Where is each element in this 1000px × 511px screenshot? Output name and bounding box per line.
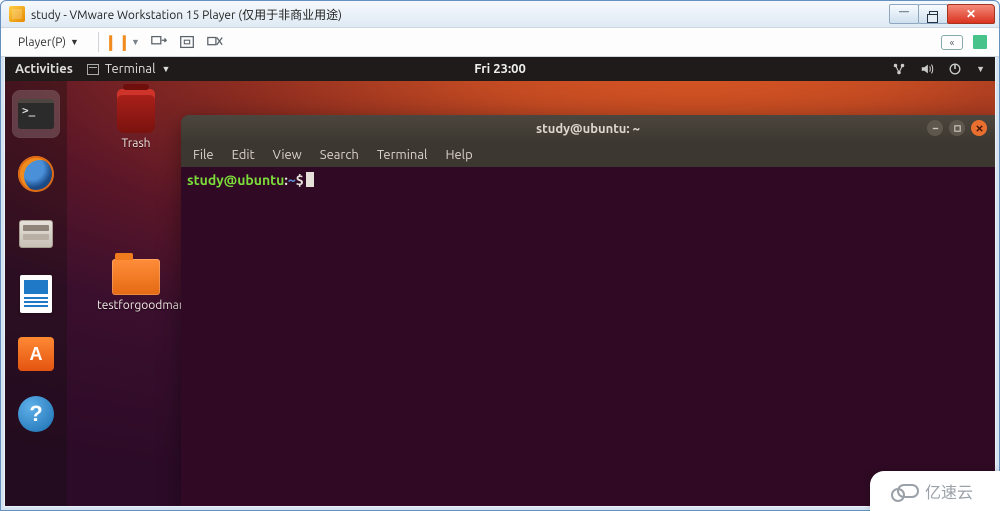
window-title: study - VMware Workstation 15 Player (仅用… [31, 6, 342, 23]
clock-button[interactable]: Fri 23:00 [474, 62, 526, 76]
vmware-icon [9, 6, 25, 22]
pause-dropdown-icon[interactable]: ▼ [131, 37, 140, 47]
close-button[interactable]: ✕ [947, 4, 995, 24]
player-menu-label: Player(P) [18, 36, 66, 49]
toolbar-separator [98, 32, 99, 52]
terminal-window-controls [927, 120, 987, 136]
vmware-toolbar: Player(P) ▼ ❙❙ ▼ « [1, 27, 999, 57]
unity-mode-icon[interactable] [206, 33, 224, 51]
app-menu-label: Terminal [105, 62, 156, 76]
gnome-top-bar: Activities Terminal ▼ Fri 23:00 ▼ [5, 57, 995, 81]
terminal-close-button[interactable] [971, 120, 987, 136]
fullscreen-icon[interactable] [178, 33, 196, 51]
ubuntu-dock: ? [5, 81, 67, 506]
cycle-multiple-monitors-icon[interactable]: « [941, 35, 963, 50]
folder-icon [112, 259, 160, 295]
cloud-icon [897, 484, 919, 498]
terminal-minimize-button[interactable] [927, 120, 943, 136]
watermark: 亿速云 [870, 471, 1000, 511]
desktop-icon-trash[interactable]: Trash [97, 89, 175, 151]
system-tray[interactable]: ▼ [892, 62, 985, 76]
help-icon: ? [18, 396, 54, 432]
dock-libreoffice[interactable] [13, 271, 59, 317]
terminal-title-text: study@ubuntu: ~ [536, 122, 640, 136]
terminal-maximize-button[interactable] [949, 120, 965, 136]
volume-icon [920, 62, 934, 76]
desktop-icon-testforgoodman[interactable]: testforgoodman [97, 259, 175, 313]
activities-button[interactable]: Activities [15, 62, 73, 76]
terminal-window: study@ubuntu: ~ File Edit View Search Te… [181, 115, 995, 506]
libreoffice-writer-icon [20, 275, 52, 313]
menu-help[interactable]: Help [445, 148, 472, 162]
dock-terminal[interactable] [13, 91, 59, 137]
dock-help[interactable]: ? [13, 391, 59, 437]
trash-icon [117, 89, 155, 133]
files-icon [19, 220, 53, 248]
pause-vm-icon[interactable]: ❙❙ [109, 33, 127, 51]
menu-terminal[interactable]: Terminal [377, 148, 428, 162]
terminal-cursor [306, 172, 314, 187]
trash-label: Trash [97, 137, 175, 151]
terminal-small-icon [87, 64, 99, 75]
network-icon [892, 62, 906, 76]
maximize-button[interactable] [918, 4, 948, 24]
prompt-path: ~ [288, 172, 296, 188]
terminal-titlebar[interactable]: study@ubuntu: ~ [181, 115, 995, 143]
dock-firefox[interactable] [13, 151, 59, 197]
terminal-body[interactable]: study@ubuntu:~$ [181, 167, 995, 506]
window-controls: — ✕ [890, 4, 995, 24]
prompt-symbol: $ [296, 172, 304, 188]
menu-view[interactable]: View [273, 148, 302, 162]
guest-viewport: Activities Terminal ▼ Fri 23:00 ▼ [5, 57, 995, 506]
vmware-window: study - VMware Workstation 15 Player (仅用… [0, 0, 1000, 511]
window-titlebar[interactable]: study - VMware Workstation 15 Player (仅用… [1, 1, 999, 27]
app-menu-button[interactable]: Terminal ▼ [87, 62, 171, 76]
menu-search[interactable]: Search [320, 148, 359, 162]
firefox-icon [18, 156, 54, 192]
settings-note-icon[interactable] [973, 35, 987, 49]
tray-chevron-down-icon: ▼ [976, 64, 985, 74]
terminal-menubar: File Edit View Search Terminal Help [181, 143, 995, 167]
dock-software[interactable] [13, 331, 59, 377]
ubuntu-software-icon [18, 337, 54, 371]
menu-file[interactable]: File [193, 148, 214, 162]
minimize-button[interactable]: — [889, 4, 919, 24]
power-icon [948, 62, 962, 76]
ubuntu-desktop[interactable]: ? Trash testforgoodman study@ubuntu: ~ [5, 81, 995, 506]
prompt-userhost: study@ubuntu [187, 172, 284, 188]
menu-edit[interactable]: Edit [232, 148, 255, 162]
send-ctrl-alt-del-icon[interactable] [150, 33, 168, 51]
dock-files[interactable] [13, 211, 59, 257]
player-menu-button[interactable]: Player(P) ▼ [9, 33, 88, 52]
watermark-text: 亿速云 [925, 479, 973, 503]
chevron-down-icon: ▼ [162, 64, 171, 74]
terminal-icon [18, 99, 54, 129]
folder-label: testforgoodman [97, 299, 175, 313]
